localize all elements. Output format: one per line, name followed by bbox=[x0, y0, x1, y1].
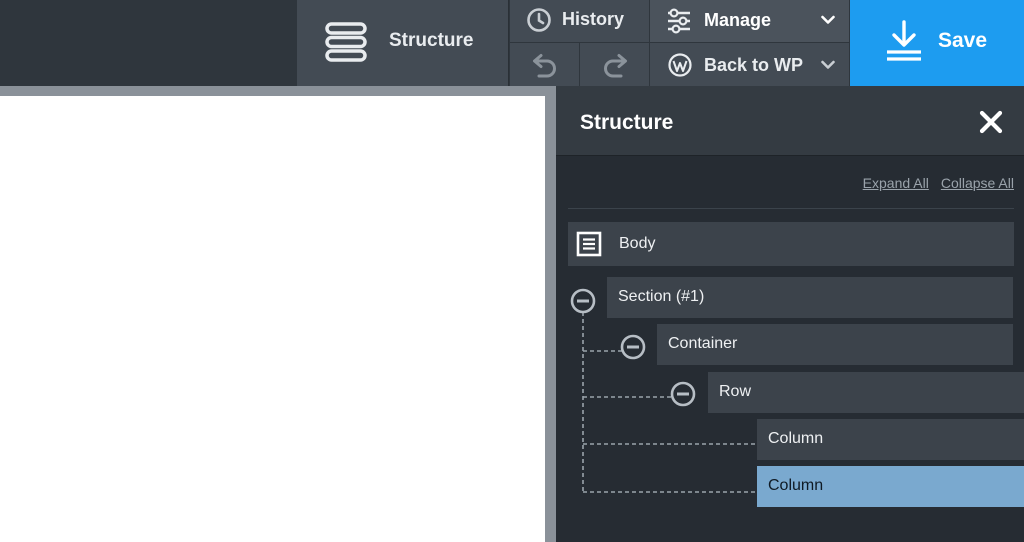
tree-node-container[interactable]: Container bbox=[657, 324, 1013, 365]
tree-node-body[interactable]: Body bbox=[568, 222, 1014, 266]
structure-button[interactable]: Structure bbox=[297, 0, 509, 86]
structure-icon bbox=[325, 22, 367, 67]
redo-button[interactable] bbox=[580, 43, 649, 86]
save-button[interactable]: Save bbox=[850, 0, 1024, 86]
tree-node-label: Body bbox=[619, 235, 656, 252]
tree-node-label: Column bbox=[768, 430, 824, 447]
redo-icon bbox=[602, 52, 630, 83]
tree-node-column-selected[interactable]: Column bbox=[757, 466, 1024, 507]
download-icon bbox=[885, 20, 923, 69]
clock-icon bbox=[526, 7, 552, 38]
chevron-down-icon bbox=[821, 57, 835, 75]
back-to-wp-button[interactable]: Back to WP bbox=[650, 43, 849, 86]
tree-node-label: Container bbox=[668, 335, 738, 352]
tree-node-column[interactable]: Column bbox=[757, 419, 1024, 460]
sliders-icon bbox=[666, 8, 692, 39]
history-label: History bbox=[562, 9, 625, 29]
structure-button-label: Structure bbox=[389, 30, 474, 51]
tree-node-row[interactable]: Row bbox=[708, 372, 1024, 413]
wordpress-icon bbox=[668, 53, 692, 82]
minus-circle-icon[interactable] bbox=[569, 287, 597, 320]
minus-circle-icon[interactable] bbox=[619, 333, 647, 366]
save-label: Save bbox=[938, 29, 988, 52]
manage-label: Manage bbox=[704, 10, 772, 30]
history-button[interactable]: History bbox=[510, 0, 649, 42]
page-canvas[interactable] bbox=[0, 96, 545, 542]
tree-node-label: Section (#1) bbox=[618, 288, 705, 305]
document-icon bbox=[576, 231, 602, 262]
tree-node-section[interactable]: Section (#1) bbox=[607, 277, 1013, 318]
undo-button[interactable] bbox=[510, 43, 579, 86]
back-to-wp-label: Back to WP bbox=[704, 55, 804, 75]
chevron-down-icon bbox=[821, 12, 835, 30]
structure-panel: Structure Expand All Collapse All Body S… bbox=[556, 86, 1024, 542]
minus-circle-icon[interactable] bbox=[669, 380, 697, 413]
tree-node-label: Column bbox=[768, 477, 824, 494]
undo-icon bbox=[530, 52, 558, 83]
tree-node-label: Row bbox=[719, 383, 752, 400]
top-toolbar: Structure History Manage Back to WP Save bbox=[0, 0, 1024, 86]
manage-dropdown[interactable]: Manage bbox=[650, 0, 849, 42]
